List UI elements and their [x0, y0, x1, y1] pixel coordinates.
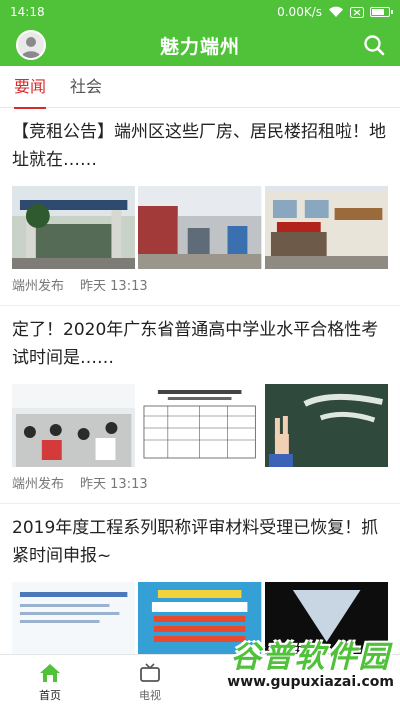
- news-source: 端州发布: [12, 279, 65, 294]
- news-source: 端州发布: [12, 477, 65, 492]
- news-thumbnail-factory-gate: [12, 186, 136, 269]
- watermark-url: www.gupuxiazai.com: [227, 674, 394, 690]
- news-meta: 端州发布 昨天 13:13: [12, 467, 388, 503]
- nav-tv[interactable]: 电视: [100, 655, 200, 711]
- news-meta: 端州发布 昨天 13:13: [12, 269, 388, 305]
- news-thumbnail-exam-room: [12, 384, 136, 467]
- news-thumbnail-warehouse: [138, 186, 262, 269]
- battery-icon: [370, 7, 393, 17]
- news-headline[interactable]: 2019年度工程系列职称评审材料受理已恢复！抓紧时间申报~: [12, 504, 388, 570]
- news-thumbnails: [12, 186, 388, 269]
- tv-icon: [140, 663, 160, 682]
- news-thumbnail-notice-document: [12, 582, 136, 654]
- news-time: 昨天 13:13: [80, 279, 148, 294]
- home-icon: [40, 664, 60, 682]
- tab-headlines[interactable]: 要闻: [14, 66, 47, 109]
- status-bar: 14:18 0.00K/s: [0, 0, 400, 24]
- sim-icon: [350, 6, 364, 18]
- watermark: 谷普软件园 www.gupuxiazai.com: [227, 632, 394, 690]
- news-time: 昨天 13:13: [80, 477, 148, 492]
- news-thumbnail-victory-hand: [264, 384, 388, 467]
- news-headline[interactable]: 【竞租公告】端州区这些厂房、居民楼招租啦！地址就在……: [12, 108, 388, 174]
- search-icon[interactable]: [362, 33, 386, 57]
- nav-tv-label: 电视: [139, 689, 161, 702]
- news-thumbnail-exam-schedule: [138, 384, 262, 467]
- news-feed[interactable]: 【竞租公告】端州区这些厂房、居民楼招租啦！地址就在…… 端州发布 昨天 13:1…: [0, 108, 400, 654]
- app-bar: 魅力端州: [0, 24, 400, 66]
- news-thumbnail-street-shops: [264, 186, 388, 269]
- avatar[interactable]: [16, 30, 46, 60]
- network-speed: 0.00K/s: [277, 5, 322, 19]
- user-icon: [21, 37, 41, 58]
- watermark-name: 谷普软件园: [230, 640, 391, 675]
- news-thumbnails: [12, 384, 388, 467]
- news-item[interactable]: 定了！2020年广东省普通高中学业水平合格性考试时间是…… 端州发布 昨天 13…: [0, 306, 400, 504]
- wifi-icon: [329, 6, 343, 18]
- status-time: 14:18: [10, 5, 45, 19]
- category-tabs: 要闻 社会: [0, 66, 400, 109]
- app-title: 魅力端州: [159, 35, 240, 58]
- news-item[interactable]: 【竞租公告】端州区这些厂房、居民楼招租啦！地址就在…… 端州发布 昨天 13:1…: [0, 108, 400, 306]
- nav-home[interactable]: 首页: [0, 655, 100, 711]
- nav-home-label: 首页: [39, 689, 61, 702]
- tab-society[interactable]: 社会: [70, 66, 102, 108]
- news-headline[interactable]: 定了！2020年广东省普通高中学业水平合格性考试时间是……: [12, 306, 388, 372]
